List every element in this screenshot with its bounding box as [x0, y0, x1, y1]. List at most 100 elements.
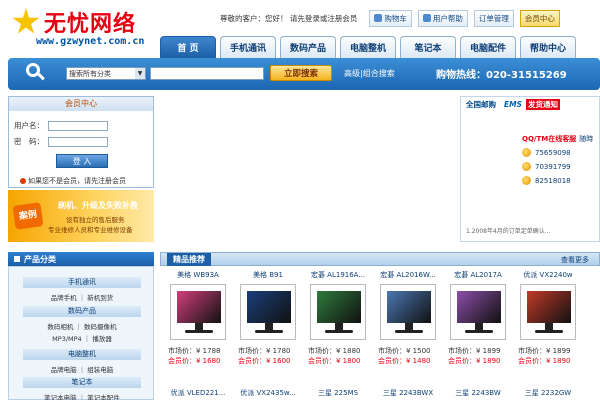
category-list: 手机通讯 品牌手机 ｜ 新机到货 数码产品 数码相机 ｜ 数码摄像机 MP3/M… [8, 266, 154, 400]
product-name[interactable]: 优派 VX2240w [514, 270, 582, 280]
search-icon [26, 63, 46, 83]
ems-note: 1.2008年4月的订单定单确认... [466, 228, 551, 235]
tab-desktop[interactable]: 电脑整机 [340, 36, 396, 58]
orders-button[interactable]: 订单管理 [473, 9, 514, 27]
more-link[interactable]: 查看更多 [561, 255, 589, 265]
monitor-base [255, 330, 283, 333]
product-image[interactable] [380, 284, 436, 340]
category-laptop[interactable]: 笔记本 [23, 377, 141, 388]
welcome-text: 尊敬的客户：您好！ 请先登录或注册会员 [220, 13, 358, 23]
member-price: 会员价：¥ 1890 [518, 357, 571, 365]
advanced-search-link[interactable]: 高级|组合搜索 [344, 68, 395, 79]
qq-number: 82518018 [535, 176, 571, 185]
member-center-button[interactable]: 会员中心 [519, 9, 560, 27]
product-image[interactable] [240, 284, 296, 340]
username-field[interactable] [48, 120, 108, 131]
monitor-base [325, 330, 353, 333]
password-row: 密 码： [14, 136, 108, 147]
username-row: 用户名： [14, 120, 108, 131]
service-banner[interactable]: 案例 刷机、升级及失败补救 设有独立的售后服务 专业维修人员和专业维修设备 [8, 190, 154, 242]
tab-home[interactable]: 首 页 [160, 36, 216, 58]
category-select[interactable]: 搜索所有分类 ▼ [66, 67, 146, 80]
ems-left: 全国邮购 [466, 99, 496, 109]
ems-header: 全国邮购 EMS 发货通知 [466, 98, 596, 110]
category-digital[interactable]: 数码产品 [23, 306, 141, 317]
tab-help[interactable]: 帮助中心 [520, 36, 576, 58]
tab-laptop[interactable]: 笔记本 [400, 36, 456, 58]
tab-digital[interactable]: 数码产品 [280, 36, 336, 58]
category-mobile-subs[interactable]: 品牌手机 ｜ 新机到货 [9, 292, 155, 302]
qq-contact[interactable]: 75659098 [522, 148, 571, 157]
bullet-icon [14, 256, 20, 262]
category-digital-subs[interactable]: 数码相机 ｜ 数码摄像机 [9, 321, 155, 331]
product-name[interactable]: 美格 B91 [234, 270, 302, 280]
member-panel-title: 会员中心 [9, 97, 153, 111]
product-name[interactable]: 宏碁 AL1916A... [304, 270, 372, 280]
product-name-next-row[interactable]: 三星 2243BWX [374, 388, 442, 398]
member-price: 会员价：¥ 1680 [168, 357, 221, 365]
product-name-next-row[interactable]: 优派 VLED221... [164, 388, 232, 398]
seal-badge: 案例 [12, 202, 44, 230]
category-laptop-subs[interactable]: 笔记本电脑 ｜ 笔记本配件 [9, 392, 155, 400]
monitor-screen [177, 291, 221, 323]
product-card[interactable]: 宏碁 AL1916A... 市场价：¥ 1880 会员价：¥ 1800 三星 225M… [304, 270, 372, 397]
banner-line3: 专业维修人员和专业维修设备 [48, 226, 133, 234]
market-price: 市场价：¥ 1880 [308, 347, 361, 355]
site-logo[interactable]: 无忧网络 www.gzwynet.com.cn [8, 4, 158, 50]
password-field[interactable] [48, 136, 108, 147]
qq-icon [522, 176, 531, 185]
product-name[interactable]: 宏碁 AL2017A [444, 270, 512, 280]
product-image[interactable] [450, 284, 506, 340]
product-card[interactable]: 宏碁 AL2017A 市场价：¥ 1899 会员价：¥ 1890 三星 2243BW [444, 270, 512, 397]
password-label: 密 码： [14, 137, 44, 146]
category-digital-subs-2[interactable]: MP3/MP4 ｜ 播放器 [9, 333, 155, 343]
product-name[interactable]: 美格 WB93A [164, 270, 232, 280]
monitor-screen [527, 291, 571, 323]
member-price: 会员价：¥ 1890 [448, 357, 501, 365]
market-price: 市场价：¥ 1899 [518, 347, 571, 355]
product-name[interactable]: 宏碁 AL2016W... [374, 270, 442, 280]
search-button[interactable]: 立即搜索 [270, 65, 332, 81]
search-input[interactable] [150, 67, 264, 80]
category-desktop-subs[interactable]: 品牌电脑 ｜ 组装电脑 [9, 364, 155, 374]
category-mobile[interactable]: 手机通讯 [23, 277, 141, 288]
category-desktop[interactable]: 电脑整机 [23, 349, 141, 360]
cart-icon [374, 14, 383, 22]
main-nav: 首 页 手机通讯 数码产品 电脑整机 笔记本 电脑配件 帮助中心 [160, 36, 600, 58]
tab-parts[interactable]: 电脑配件 [460, 36, 516, 58]
member-price: 会员价：¥ 1800 [308, 357, 361, 365]
qq-title: QQ/TM在线客服 随時 [522, 134, 593, 144]
product-name-next-row[interactable]: 三星 2243BW [444, 388, 512, 398]
register-tip[interactable]: 如果您不是会员，请先注册会员 [20, 176, 126, 186]
product-card[interactable]: 宏碁 AL2016W... 市场价：¥ 1500 会员价：¥ 1480 三星 2243… [374, 270, 442, 397]
product-image[interactable] [310, 284, 366, 340]
product-card[interactable]: 美格 WB93A 市场价：¥ 1788 会员价：¥ 1680 优派 VLED221..… [164, 270, 232, 397]
qq-title-text: QQ/TM在线客服 [522, 135, 577, 143]
qq-contact[interactable]: 70391799 [522, 162, 571, 171]
top-bar: 尊敬的客户：您好！ 请先登录或注册会员 购物车 用户帮助 订单管理 会员中心 [220, 9, 600, 27]
monitor-base [185, 330, 213, 333]
brand-name: 无忧网络 [44, 11, 137, 37]
tab-mobile[interactable]: 手机通讯 [220, 36, 276, 58]
product-card[interactable]: 美格 B91 市场价：¥ 1780 会员价：¥ 1600 优派 VX2435w... [234, 270, 302, 397]
product-image[interactable] [520, 284, 576, 340]
star-icon [12, 8, 40, 34]
chevron-down-icon: ▼ [135, 68, 145, 79]
qq-contact[interactable]: 82518018 [522, 176, 571, 185]
market-price: 市场价：¥ 1788 [168, 347, 221, 355]
category-select-value: 搜索所有分类 [69, 69, 111, 78]
cart-button[interactable]: 购物车 [369, 9, 412, 27]
help-button[interactable]: 用户帮助 [417, 9, 468, 27]
login-button[interactable]: 登 入 [56, 154, 108, 168]
member-price: 会员价：¥ 1600 [238, 357, 291, 365]
monitor-screen [387, 291, 431, 323]
monitor-base [465, 330, 493, 333]
product-name-next-row[interactable]: 优派 VX2435w... [234, 388, 302, 398]
info-icon [20, 178, 26, 184]
orders-label: 订单管理 [478, 13, 509, 23]
help-icon [422, 14, 431, 22]
product-name-next-row[interactable]: 三星 2232GW [514, 388, 582, 398]
product-card[interactable]: 优派 VX2240w 市场价：¥ 1899 会员价：¥ 1890 三星 2232GW [514, 270, 582, 397]
product-image[interactable] [170, 284, 226, 340]
product-name-next-row[interactable]: 三星 225MS [304, 388, 372, 398]
